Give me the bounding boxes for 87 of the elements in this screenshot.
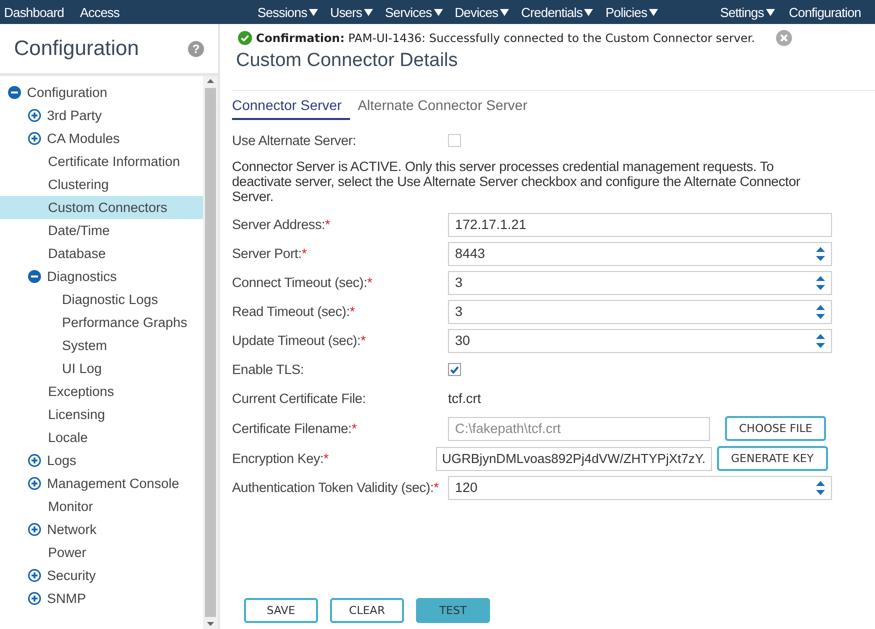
- action-button[interactable]: SAVE: [244, 598, 318, 623]
- expand-icon[interactable]: [28, 592, 41, 605]
- tree-item[interactable]: Power: [0, 541, 203, 564]
- text-field[interactable]: 172.17.1.21: [448, 212, 832, 236]
- spinner-arrows-icon[interactable]: [816, 276, 825, 290]
- spinner-arrows-icon[interactable]: [816, 334, 825, 348]
- tree-item[interactable]: Security: [0, 564, 203, 587]
- field-label: Authentication Token Validity (sec):*: [232, 480, 440, 495]
- caret-icon: [309, 8, 318, 16]
- nav-menu[interactable]: Services: [385, 4, 443, 20]
- confirmation-message: Confirmation: PAM-UI-1436: Successfully connected to the Custom Connector server.: [256, 31, 756, 45]
- nav-menu[interactable]: Settings: [720, 4, 775, 20]
- field-label: Current Certificate File:: [232, 391, 367, 406]
- scrollbar[interactable]: [203, 76, 218, 629]
- tree-item[interactable]: CA Modules: [0, 127, 203, 150]
- field-label: Update Timeout (sec):*: [232, 333, 367, 348]
- expand-icon[interactable]: [28, 569, 41, 582]
- spinner-arrows-icon[interactable]: [816, 480, 825, 494]
- nav-menu[interactable]: Configuration: [788, 4, 862, 20]
- nav-menu[interactable]: Devices: [454, 4, 510, 20]
- tree-item[interactable]: Certificate Information: [0, 150, 203, 173]
- action-button[interactable]: TEST: [416, 598, 490, 623]
- tree-item[interactable]: Locale: [0, 426, 203, 449]
- nav-menu[interactable]: Users: [330, 4, 374, 20]
- checkbox[interactable]: [448, 134, 461, 147]
- tree-item[interactable]: Network: [0, 518, 203, 541]
- tree-item[interactable]: Exceptions: [0, 380, 203, 403]
- number-field[interactable]: 8443: [448, 242, 832, 266]
- tree-item[interactable]: Monitor: [0, 495, 203, 518]
- tree-item[interactable]: Management Console: [0, 472, 203, 495]
- expand-icon[interactable]: [28, 109, 41, 122]
- sidebar-title: Configuration: [14, 36, 139, 60]
- nav-menu[interactable]: Sessions: [258, 4, 318, 20]
- field-label: Connect Timeout (sec):*: [232, 275, 374, 290]
- caret-icon: [649, 8, 658, 16]
- caret-icon: [584, 8, 594, 16]
- nav-link[interactable]: Access: [80, 4, 120, 20]
- number-field[interactable]: 3: [448, 270, 832, 294]
- tree-item[interactable]: Database: [0, 242, 203, 265]
- nav-link[interactable]: Dashboard: [4, 4, 64, 20]
- number-field[interactable]: 30: [448, 328, 832, 352]
- tab[interactable]: Alternate Connector Server: [358, 97, 536, 120]
- success-icon: [238, 31, 252, 45]
- tree-item[interactable]: Date/Time: [0, 219, 203, 242]
- tree-item[interactable]: System: [0, 334, 203, 357]
- tree-item[interactable]: Diagnostic Logs: [0, 288, 203, 311]
- field-label: Use Alternate Server:: [232, 133, 358, 148]
- tree-item[interactable]: Logs: [0, 449, 203, 472]
- action-button[interactable]: CLEAR: [330, 598, 404, 623]
- tree-item[interactable]: Licensing: [0, 403, 203, 426]
- nav-menu[interactable]: Policies: [605, 4, 658, 20]
- nav-menu[interactable]: Credentials: [521, 4, 594, 20]
- collapse-icon[interactable]: [8, 86, 21, 99]
- number-field[interactable]: 3: [448, 300, 832, 324]
- text-field[interactable]: UGRBjynDMLvoas892Pj4dVW/ZHTYPjXt7zY.: [436, 446, 712, 470]
- caret-icon: [434, 8, 443, 16]
- tree-item[interactable]: Diagnostics: [0, 265, 203, 288]
- field-label: Certificate Filename:*: [232, 421, 358, 436]
- caret-icon: [766, 8, 775, 16]
- expand-icon[interactable]: [28, 523, 41, 536]
- collapse-icon[interactable]: [28, 270, 41, 283]
- tab[interactable]: Connector Server: [232, 97, 350, 120]
- number-field[interactable]: 120: [448, 476, 832, 500]
- tree-item[interactable]: Configuration: [0, 81, 203, 104]
- expand-icon[interactable]: [28, 454, 41, 467]
- generate-key-button[interactable]: GENERATE KEY: [717, 446, 828, 471]
- field-label: Server Port:*: [232, 246, 308, 261]
- field-label: Read Timeout (sec):*: [232, 304, 356, 319]
- tree-item[interactable]: Performance Graphs: [0, 311, 203, 334]
- page-title: Custom Connector Details: [235, 50, 459, 72]
- field-label: Encryption Key:*: [232, 451, 330, 466]
- status-message: Connector Server is ACTIVE. Only this server processes credential management requests. To deactivate server, select the Use Alternate Server checkbox and configure the Alternate Connector Server.: [232, 159, 802, 204]
- spinner-arrows-icon[interactable]: [816, 304, 825, 318]
- spinner-arrows-icon[interactable]: [816, 246, 825, 260]
- field-value: tcf.crt: [448, 391, 481, 406]
- tree-item[interactable]: UI Log: [0, 357, 203, 380]
- tree-item[interactable]: SNMP: [0, 587, 203, 610]
- tree-item[interactable]: 3rd Party: [0, 104, 203, 127]
- checkbox[interactable]: [448, 363, 461, 376]
- expand-icon[interactable]: [28, 477, 41, 490]
- caret-icon: [364, 8, 374, 16]
- caret-icon: [500, 8, 510, 16]
- expand-icon[interactable]: [28, 132, 41, 145]
- tree-item[interactable]: Clustering: [0, 173, 203, 196]
- field-label: Enable TLS:: [232, 362, 305, 377]
- tree-item[interactable]: Custom Connectors: [0, 196, 203, 219]
- field-label: Server Address:*: [232, 217, 332, 232]
